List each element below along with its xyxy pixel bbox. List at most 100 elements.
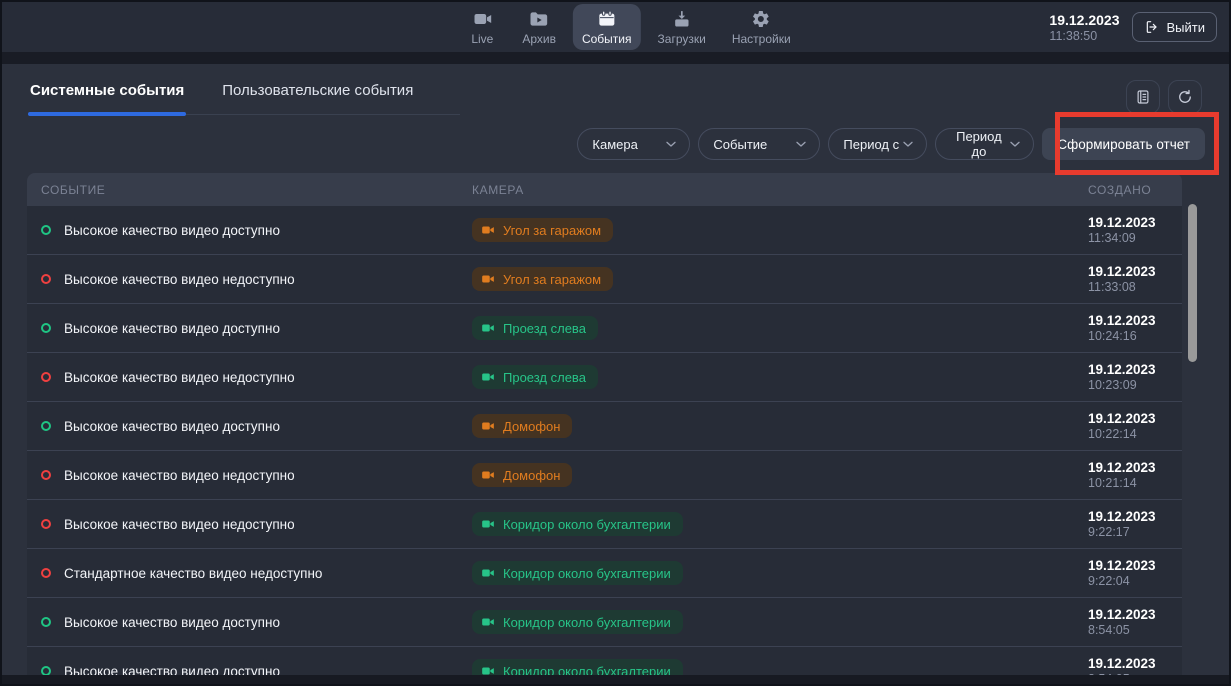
created-date: 19.12.2023 bbox=[1088, 313, 1182, 328]
topbar-right: 19.12.2023 11:38:50 Выйти bbox=[1049, 2, 1217, 52]
table-row[interactable]: Высокое качество видео недоступно Проезд… bbox=[27, 353, 1182, 402]
event-cell: Высокое качество видео доступно bbox=[27, 615, 472, 630]
column-header-camera: КАМЕРА bbox=[472, 183, 1088, 197]
status-icon bbox=[41, 519, 51, 529]
camera-badge[interactable]: Проезд слева bbox=[472, 365, 598, 389]
nav-item-events[interactable]: События bbox=[573, 4, 641, 50]
camera-label: Угол за гаражом bbox=[503, 272, 601, 287]
table-row[interactable]: Высокое качество видео недоступно Угол з… bbox=[27, 255, 1182, 304]
tab-user-events[interactable]: Пользовательские события bbox=[220, 64, 415, 114]
created-time: 10:22:14 bbox=[1088, 427, 1182, 441]
filter-dropdown-4[interactable]: Период до bbox=[935, 128, 1034, 160]
camera-icon bbox=[481, 517, 495, 531]
event-label: Высокое качество видео доступно bbox=[64, 615, 280, 630]
filter-label: Событие bbox=[713, 137, 767, 152]
event-label: Высокое качество видео доступно bbox=[64, 321, 280, 336]
generate-report-button[interactable]: Сформировать отчет bbox=[1042, 128, 1205, 160]
logout-label: Выйти bbox=[1167, 20, 1206, 35]
created-date: 19.12.2023 bbox=[1088, 264, 1182, 279]
content-area: Системные события Пользовательские событ… bbox=[2, 64, 1229, 684]
table-row[interactable]: Высокое качество видео недоступно Домофо… bbox=[27, 451, 1182, 500]
report-journal-icon bbox=[1134, 88, 1152, 106]
camera-label: Проезд слева bbox=[503, 321, 586, 336]
created-time: 9:22:17 bbox=[1088, 525, 1182, 539]
event-cell: Высокое качество видео доступно bbox=[27, 223, 472, 238]
event-cell: Высокое качество видео недоступно bbox=[27, 370, 472, 385]
nav-item-live[interactable]: Live bbox=[459, 4, 505, 50]
created-date: 19.12.2023 bbox=[1088, 558, 1182, 573]
camera-icon bbox=[481, 321, 495, 335]
created-time: 10:23:09 bbox=[1088, 378, 1182, 392]
created-time: 11:33:08 bbox=[1088, 280, 1182, 294]
created-date: 19.12.2023 bbox=[1088, 656, 1182, 671]
camera-icon bbox=[481, 615, 495, 629]
event-cell: Высокое качество видео доступно bbox=[27, 321, 472, 336]
created-date: 19.12.2023 bbox=[1088, 362, 1182, 377]
camera-badge[interactable]: Домофон bbox=[472, 463, 572, 487]
created-time: 10:21:14 bbox=[1088, 476, 1182, 490]
event-cell: Высокое качество видео недоступно bbox=[27, 468, 472, 483]
camera-label: Проезд слева bbox=[503, 370, 586, 385]
camera-badge[interactable]: Коридор около бухгалтерии bbox=[472, 610, 683, 634]
nav-item-label: События bbox=[582, 32, 632, 46]
table-row[interactable]: Стандартное качество видео недоступно Ко… bbox=[27, 549, 1182, 598]
nav-item-label: Загрузки bbox=[658, 32, 706, 46]
nav-item-label: Настройки bbox=[732, 32, 791, 46]
table-row[interactable]: Высокое качество видео доступно Проезд с… bbox=[27, 304, 1182, 353]
camera-icon bbox=[481, 566, 495, 580]
event-cell: Высокое качество видео недоступно bbox=[27, 517, 472, 532]
camera-badge[interactable]: Проезд слева bbox=[472, 316, 598, 340]
report-journal-button[interactable] bbox=[1126, 80, 1160, 114]
filter-dropdown-2[interactable]: Событие bbox=[698, 128, 820, 160]
status-icon bbox=[41, 568, 51, 578]
nav-item-settings[interactable]: Настройки bbox=[723, 4, 800, 50]
logout-button[interactable]: Выйти bbox=[1132, 12, 1218, 42]
camera-cell: Проезд слева bbox=[472, 365, 1088, 389]
camera-badge[interactable]: Коридор около бухгалтерии bbox=[472, 561, 683, 585]
chevron-down-icon bbox=[900, 136, 916, 152]
camera-badge[interactable]: Коридор около бухгалтерии bbox=[472, 512, 683, 536]
filter-label: Период с bbox=[843, 137, 899, 152]
created-cell: 19.12.2023 11:34:09 bbox=[1088, 215, 1182, 245]
tab-system-events[interactable]: Системные события bbox=[28, 64, 186, 114]
nav-item-downloads[interactable]: Загрузки bbox=[649, 4, 715, 50]
tab-bar: Системные события Пользовательские событ… bbox=[28, 64, 460, 115]
table-row[interactable]: Высокое качество видео недоступно Коридо… bbox=[27, 500, 1182, 549]
table-row[interactable]: Высокое качество видео доступно Домофон … bbox=[27, 402, 1182, 451]
camera-badge[interactable]: Угол за гаражом bbox=[472, 218, 613, 242]
event-label: Высокое качество видео недоступно bbox=[64, 272, 295, 287]
status-icon bbox=[41, 470, 51, 480]
camera-cell: Домофон bbox=[472, 414, 1088, 438]
scrollbar-thumb[interactable] bbox=[1188, 204, 1197, 362]
system-time: 11:38:50 bbox=[1049, 29, 1119, 43]
system-datetime: 19.12.2023 11:38:50 bbox=[1049, 12, 1119, 43]
filter-dropdown-1[interactable]: Камера bbox=[577, 128, 690, 160]
camera-badge[interactable]: Домофон bbox=[472, 414, 572, 438]
table-row[interactable]: Высокое качество видео доступно Угол за … bbox=[27, 206, 1182, 255]
camera-cell: Коридор около бухгалтерии bbox=[472, 561, 1088, 585]
nav-item-label: Live bbox=[471, 32, 493, 46]
table-header: СОБЫТИЕ КАМЕРА СОЗДАНО bbox=[27, 173, 1182, 206]
folder-play-icon bbox=[529, 9, 549, 29]
created-cell: 19.12.2023 9:22:04 bbox=[1088, 558, 1182, 588]
event-label: Высокое качество видео доступно bbox=[64, 223, 280, 238]
refresh-button[interactable] bbox=[1168, 80, 1202, 114]
nav-item-archive[interactable]: Архив bbox=[513, 4, 565, 50]
column-header-event: СОБЫТИЕ bbox=[27, 183, 472, 197]
toolbar-icon-buttons bbox=[1126, 80, 1202, 114]
created-cell: 19.12.2023 10:23:09 bbox=[1088, 362, 1182, 392]
filter-dropdown-3[interactable]: Период с bbox=[828, 128, 927, 160]
camera-badge[interactable]: Угол за гаражом bbox=[472, 267, 613, 291]
camera-label: Угол за гаражом bbox=[503, 223, 601, 238]
status-icon bbox=[41, 617, 51, 627]
column-header-created: СОЗДАНО bbox=[1088, 183, 1182, 197]
table-row[interactable]: Высокое качество видео доступно Коридор … bbox=[27, 598, 1182, 647]
camera-label: Коридор около бухгалтерии bbox=[503, 517, 671, 532]
created-date: 19.12.2023 bbox=[1088, 607, 1182, 622]
event-label: Высокое качество видео недоступно bbox=[64, 468, 295, 483]
created-date: 19.12.2023 bbox=[1088, 509, 1182, 524]
camera-cell: Проезд слева bbox=[472, 316, 1088, 340]
chevron-down-icon bbox=[1007, 136, 1023, 152]
topbar-nav: Live Архив События Загрузки Настройки bbox=[459, 4, 799, 50]
camera-label: Коридор около бухгалтерии bbox=[503, 566, 671, 581]
